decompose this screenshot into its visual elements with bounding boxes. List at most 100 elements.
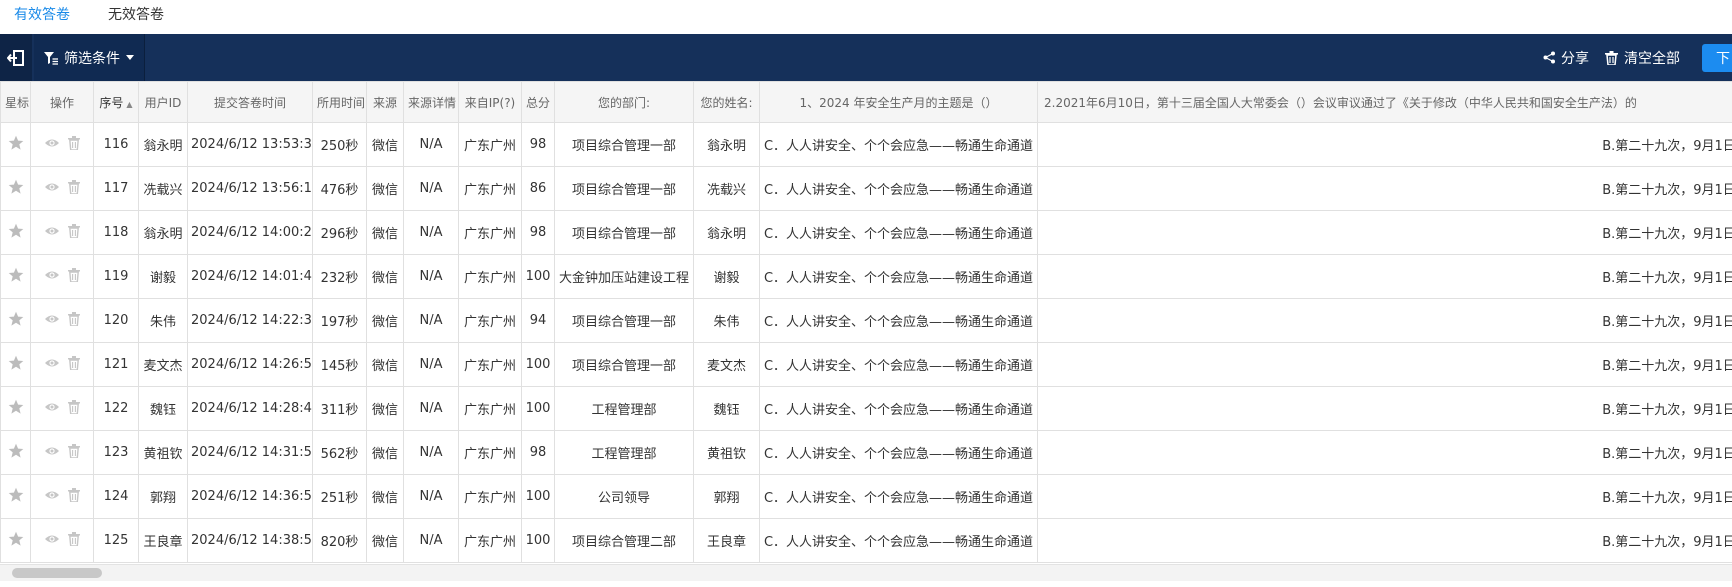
name-cell: 谢毅 — [693, 254, 760, 299]
name-cell: 翁永明 — [693, 210, 760, 255]
q1-answer-cell: C．人人讲安全、个个会应急——畅通生命通道 — [759, 430, 1038, 475]
col-header-source-detail[interactable]: 来源详情 — [403, 81, 459, 123]
department-cell: 项目综合管理一部 — [554, 210, 694, 255]
star-icon[interactable] — [8, 267, 24, 287]
tab-valid-answers[interactable]: 有效答卷 — [14, 4, 70, 34]
q1-answer-cell: C．人人讲安全、个个会应急——畅通生命通道 — [759, 210, 1038, 255]
user-id-cell: 魏钰 — [138, 386, 188, 431]
view-icon[interactable] — [44, 181, 60, 197]
answers-table: 星标 操作 序号 ▲ 用户ID 提交答卷时间 所用时间 来源 来源详情 来自IP(… — [0, 81, 1732, 563]
table-row[interactable]: 116 翁永明 2024/6/12 13:53:30 250秒 微信 N/A 广东广州 98 项… — [0, 122, 1732, 167]
star-icon[interactable] — [8, 487, 24, 507]
department-cell: 项目综合管理一部 — [554, 298, 694, 343]
col-header-ip[interactable]: 来自IP(?) — [458, 81, 522, 123]
duration-cell: 311秒 — [312, 386, 367, 431]
view-icon[interactable] — [44, 137, 60, 153]
submit-time-cell: 2024/6/12 14:00:28 — [187, 210, 313, 255]
source-detail-cell: N/A — [403, 518, 459, 563]
user-id-cell: 谢毅 — [138, 254, 188, 299]
col-header-name[interactable]: 您的姓名: — [693, 81, 760, 123]
table-row[interactable]: 119 谢毅 2024/6/12 14:01:40 232秒 微信 N/A 广东广州 100 大… — [0, 254, 1732, 299]
ip-cell: 广东广州 — [458, 474, 522, 519]
star-icon[interactable] — [8, 443, 24, 463]
source-detail-cell: N/A — [403, 166, 459, 211]
star-icon[interactable] — [8, 531, 24, 551]
col-header-source[interactable]: 来源 — [366, 81, 404, 123]
download-button[interactable]: 下 — [1702, 44, 1732, 72]
q1-answer-cell: C．人人讲安全、个个会应急——畅通生命通道 — [759, 298, 1038, 343]
exit-button[interactable] — [0, 34, 32, 81]
delete-icon[interactable] — [68, 355, 80, 374]
delete-icon[interactable] — [68, 311, 80, 330]
col-header-star[interactable]: 星标 — [0, 81, 31, 123]
delete-icon[interactable] — [68, 443, 80, 462]
col-header-seq[interactable]: 序号 ▲ — [93, 81, 139, 123]
department-cell: 公司领导 — [554, 474, 694, 519]
actions-cell — [30, 298, 94, 343]
table-row[interactable]: 123 黄祖钦 2024/6/12 14:31:52 562秒 微信 N/A 广东广州 98 工… — [0, 430, 1732, 475]
view-icon[interactable] — [44, 445, 60, 461]
view-icon[interactable] — [44, 269, 60, 285]
col-header-duration[interactable]: 所用时间 — [312, 81, 367, 123]
view-icon[interactable] — [44, 357, 60, 373]
col-header-q2[interactable]: 2.2021年6月10日，第十三届全国人大常委会（）会议审议通过了《关于修改（中… — [1037, 81, 1732, 123]
scrollbar-thumb[interactable] — [12, 568, 102, 578]
table-row[interactable]: 121 麦文杰 2024/6/12 14:26:59 145秒 微信 N/A 广东广州 100… — [0, 342, 1732, 387]
share-button[interactable]: 分享 — [1543, 34, 1589, 81]
view-icon[interactable] — [44, 225, 60, 241]
view-icon[interactable] — [44, 489, 60, 505]
star-icon[interactable] — [8, 223, 24, 243]
table-row[interactable]: 118 翁永明 2024/6/12 14:00:28 296秒 微信 N/A 广东广州 98 项… — [0, 210, 1732, 255]
filter-button[interactable]: 筛选条件 — [34, 34, 144, 81]
exit-icon — [7, 49, 24, 66]
star-icon[interactable] — [8, 355, 24, 375]
table-row[interactable]: 120 朱伟 2024/6/12 14:22:37 197秒 微信 N/A 广东广州 94 项目… — [0, 298, 1732, 343]
delete-icon[interactable] — [68, 487, 80, 506]
delete-icon[interactable] — [68, 399, 80, 418]
q1-answer-cell: C．人人讲安全、个个会应急——畅通生命通道 — [759, 386, 1038, 431]
tab-invalid-answers[interactable]: 无效答卷 — [108, 4, 164, 34]
submit-time-cell: 2024/6/12 14:31:52 — [187, 430, 313, 475]
actions-cell — [30, 386, 94, 431]
sort-asc-icon: ▲ — [126, 99, 133, 109]
table-row[interactable]: 117 冼载兴 2024/6/12 13:56:17 476秒 微信 N/A 广东广州 86 项… — [0, 166, 1732, 211]
duration-cell: 476秒 — [312, 166, 367, 211]
col-header-score[interactable]: 总分 — [521, 81, 555, 123]
delete-icon[interactable] — [68, 135, 80, 154]
col-header-department[interactable]: 您的部门: — [554, 81, 694, 123]
delete-icon[interactable] — [68, 179, 80, 198]
source-detail-cell: N/A — [403, 298, 459, 343]
view-icon[interactable] — [44, 533, 60, 549]
horizontal-scrollbar[interactable] — [0, 564, 1732, 581]
seq-cell: 122 — [93, 386, 139, 431]
star-cell — [0, 122, 31, 167]
source-detail-cell: N/A — [403, 122, 459, 167]
name-cell: 郭翔 — [693, 474, 760, 519]
table-row[interactable]: 124 郭翔 2024/6/12 14:36:52 251秒 微信 N/A 广东广州 100 公… — [0, 474, 1732, 519]
star-icon[interactable] — [8, 179, 24, 199]
star-icon[interactable] — [8, 135, 24, 155]
q1-answer-cell: C．人人讲安全、个个会应急——畅通生命通道 — [759, 474, 1038, 519]
source-detail-cell: N/A — [403, 210, 459, 255]
user-id-cell: 郭翔 — [138, 474, 188, 519]
view-icon[interactable] — [44, 401, 60, 417]
source-detail-cell: N/A — [403, 342, 459, 387]
view-icon[interactable] — [44, 313, 60, 329]
star-icon[interactable] — [8, 399, 24, 419]
col-header-user-id[interactable]: 用户ID — [138, 81, 188, 123]
ip-cell: 广东广州 — [458, 386, 522, 431]
delete-icon[interactable] — [68, 223, 80, 242]
table-row[interactable]: 125 王良章 2024/6/12 14:38:54 820秒 微信 N/A 广东广州 100… — [0, 518, 1732, 563]
star-icon[interactable] — [8, 311, 24, 331]
col-header-submit-time[interactable]: 提交答卷时间 — [187, 81, 313, 123]
col-header-q1[interactable]: 1、2024 年安全生产月的主题是（） — [759, 81, 1038, 123]
seq-cell: 123 — [93, 430, 139, 475]
table-row[interactable]: 122 魏钰 2024/6/12 14:28:40 311秒 微信 N/A 广东广州 100 工… — [0, 386, 1732, 431]
delete-icon[interactable] — [68, 267, 80, 286]
submit-time-cell: 2024/6/12 14:38:54 — [187, 518, 313, 563]
submit-time-cell: 2024/6/12 14:22:37 — [187, 298, 313, 343]
score-cell: 98 — [521, 122, 555, 167]
delete-icon[interactable] — [68, 531, 80, 550]
department-cell: 项目综合管理一部 — [554, 342, 694, 387]
clear-all-button[interactable]: 清空全部 — [1605, 34, 1680, 81]
